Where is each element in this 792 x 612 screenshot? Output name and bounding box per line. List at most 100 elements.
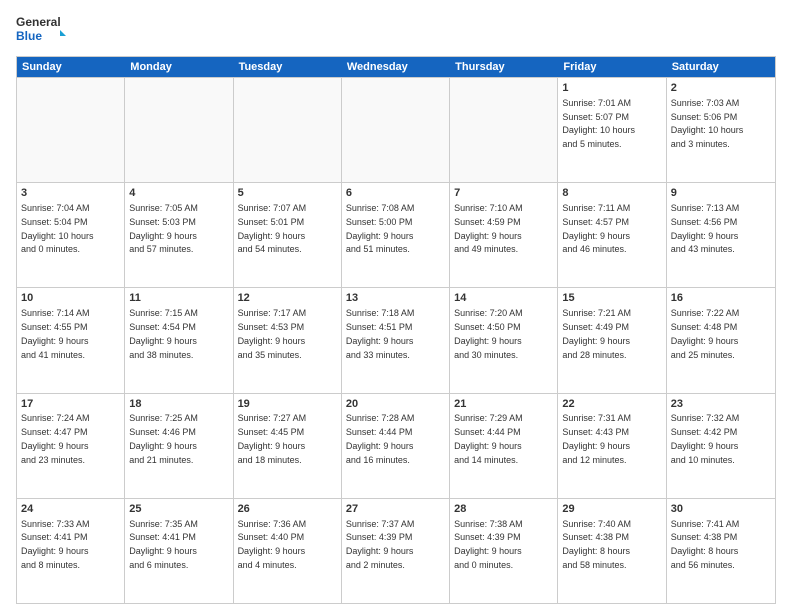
calendar-cell: 21Sunrise: 7:29 AM Sunset: 4:44 PM Dayli… (450, 394, 558, 498)
day-info: Sunrise: 7:11 AM Sunset: 4:57 PM Dayligh… (562, 203, 630, 254)
calendar-cell: 28 Sunrise: 7:38 AM Sunset: 4:39 PM Dayli… (450, 499, 558, 603)
day-info: Sunrise: 7:07 AM Sunset: 5:01 PM Dayligh… (238, 203, 307, 254)
day-info: Sunrise: 7:33 AM Sunset: 4:41 PM Dayligh… (21, 519, 90, 570)
day-info: Sunrise: 7:20 AM Sunset: 4:50 PM Dayligh… (454, 308, 523, 359)
day-info: Sunrise: 7:35 AM Sunset: 4:41 PM Dayligh… (129, 519, 198, 570)
calendar-cell: 26Sunrise: 7:36 AM Sunset: 4:40 PM Dayli… (234, 499, 342, 603)
day-info: Sunrise: 7:21 AM Sunset: 4:49 PM Dayligh… (562, 308, 631, 359)
day-number: 13 (346, 291, 445, 306)
calendar-cell: 13 Sunrise: 7:18 AM Sunset: 4:51 PM Dayli… (342, 288, 450, 392)
day-info: Sunrise: 7:01 AM Sunset: 5:07 PM Dayligh… (562, 98, 635, 149)
calendar-cell-empty (450, 78, 558, 182)
day-info: Sunrise: 7:15 AM Sunset: 4:54 PM Dayligh… (129, 308, 198, 359)
calendar-week-row: 1 Sunrise: 7:01 AM Sunset: 5:07 PM Daylig… (17, 77, 775, 182)
calendar-cell: 12 Sunrise: 7:17 AM Sunset: 4:53 PM Dayli… (234, 288, 342, 392)
calendar-cell: 15 Sunrise: 7:21 AM Sunset: 4:49 PM Dayli… (558, 288, 666, 392)
calendar-cell: 20Sunrise: 7:28 AM Sunset: 4:44 PM Dayli… (342, 394, 450, 498)
calendar-week-row: 24 Sunrise: 7:33 AM Sunset: 4:41 PM Dayli… (17, 498, 775, 603)
day-number: 7 (454, 186, 553, 201)
day-number: 12 (238, 291, 337, 306)
calendar-cell-empty (17, 78, 125, 182)
day-info: Sunrise: 7:38 AM Sunset: 4:39 PM Dayligh… (454, 519, 523, 570)
day-info: Sunrise: 7:31 AM Sunset: 4:43 PM Dayligh… (562, 413, 631, 464)
day-number: 23 (671, 397, 771, 412)
calendar-cell: 5 Sunrise: 7:07 AM Sunset: 5:01 PM Daylig… (234, 183, 342, 287)
day-number: 9 (671, 186, 771, 201)
calendar-cell: 16Sunrise: 7:22 AM Sunset: 4:48 PM Dayli… (667, 288, 775, 392)
day-number: 3 (21, 186, 120, 201)
calendar-cell-empty (342, 78, 450, 182)
calendar-cell: 18Sunrise: 7:25 AM Sunset: 4:46 PM Dayli… (125, 394, 233, 498)
day-info: Sunrise: 7:28 AM Sunset: 4:44 PM Dayligh… (346, 413, 415, 464)
calendar-day-header: Saturday (667, 57, 775, 77)
day-info: Sunrise: 7:29 AM Sunset: 4:44 PM Dayligh… (454, 413, 523, 464)
day-info: Sunrise: 7:40 AM Sunset: 4:38 PM Dayligh… (562, 519, 631, 570)
day-info: Sunrise: 7:25 AM Sunset: 4:46 PM Dayligh… (129, 413, 198, 464)
calendar-cell: 22Sunrise: 7:31 AM Sunset: 4:43 PM Dayli… (558, 394, 666, 498)
day-number: 4 (129, 186, 228, 201)
calendar-cell: 29 Sunrise: 7:40 AM Sunset: 4:38 PM Dayli… (558, 499, 666, 603)
day-info: Sunrise: 7:03 AM Sunset: 5:06 PM Dayligh… (671, 98, 744, 149)
day-number: 30 (671, 502, 771, 517)
day-info: Sunrise: 7:13 AM Sunset: 4:56 PM Dayligh… (671, 203, 740, 254)
day-number: 2 (671, 81, 771, 96)
day-info: Sunrise: 7:41 AM Sunset: 4:38 PM Dayligh… (671, 519, 740, 570)
day-info: Sunrise: 7:05 AM Sunset: 5:03 PM Dayligh… (129, 203, 198, 254)
calendar-cell: 3 Sunrise: 7:04 AM Sunset: 5:04 PM Daylig… (17, 183, 125, 287)
calendar-cell: 24 Sunrise: 7:33 AM Sunset: 4:41 PM Dayli… (17, 499, 125, 603)
day-number: 29 (562, 502, 661, 517)
day-info: Sunrise: 7:10 AM Sunset: 4:59 PM Dayligh… (454, 203, 523, 254)
calendar-cell: 11 Sunrise: 7:15 AM Sunset: 4:54 PM Dayli… (125, 288, 233, 392)
svg-text:General: General (16, 15, 61, 29)
calendar: SundayMondayTuesdayWednesdayThursdayFrid… (16, 56, 776, 604)
day-info: Sunrise: 7:18 AM Sunset: 4:51 PM Dayligh… (346, 308, 415, 359)
day-number: 16 (671, 291, 771, 306)
calendar-cell: 27Sunrise: 7:37 AM Sunset: 4:39 PM Dayli… (342, 499, 450, 603)
calendar-day-header: Monday (125, 57, 233, 77)
day-number: 26 (238, 502, 337, 517)
calendar-cell: 7 Sunrise: 7:10 AM Sunset: 4:59 PM Daylig… (450, 183, 558, 287)
day-number: 5 (238, 186, 337, 201)
day-info: Sunrise: 7:37 AM Sunset: 4:39 PM Dayligh… (346, 519, 415, 570)
calendar-cell: 9 Sunrise: 7:13 AM Sunset: 4:56 PM Daylig… (667, 183, 775, 287)
calendar-cell: 10 Sunrise: 7:14 AM Sunset: 4:55 PM Dayli… (17, 288, 125, 392)
page-header: General Blue (16, 12, 776, 48)
calendar-body: 1 Sunrise: 7:01 AM Sunset: 5:07 PM Daylig… (17, 77, 775, 603)
day-number: 1 (562, 81, 661, 96)
calendar-cell: 1 Sunrise: 7:01 AM Sunset: 5:07 PM Daylig… (558, 78, 666, 182)
calendar-day-header: Wednesday (342, 57, 450, 77)
calendar-day-header: Friday (558, 57, 666, 77)
logo: General Blue (16, 12, 66, 48)
day-number: 15 (562, 291, 661, 306)
day-number: 17 (21, 397, 120, 412)
day-info: Sunrise: 7:04 AM Sunset: 5:04 PM Dayligh… (21, 203, 94, 254)
day-info: Sunrise: 7:32 AM Sunset: 4:42 PM Dayligh… (671, 413, 740, 464)
day-number: 10 (21, 291, 120, 306)
calendar-day-header: Sunday (17, 57, 125, 77)
calendar-header: SundayMondayTuesdayWednesdayThursdayFrid… (17, 57, 775, 77)
calendar-cell: 23Sunrise: 7:32 AM Sunset: 4:42 PM Dayli… (667, 394, 775, 498)
calendar-cell-empty (125, 78, 233, 182)
calendar-cell: 4 Sunrise: 7:05 AM Sunset: 5:03 PM Daylig… (125, 183, 233, 287)
day-info: Sunrise: 7:08 AM Sunset: 5:00 PM Dayligh… (346, 203, 415, 254)
day-info: Sunrise: 7:27 AM Sunset: 4:45 PM Dayligh… (238, 413, 307, 464)
day-number: 11 (129, 291, 228, 306)
calendar-week-row: 17Sunrise: 7:24 AM Sunset: 4:47 PM Dayli… (17, 393, 775, 498)
day-number: 18 (129, 397, 228, 412)
svg-text:Blue: Blue (16, 29, 42, 43)
day-info: Sunrise: 7:24 AM Sunset: 4:47 PM Dayligh… (21, 413, 90, 464)
calendar-week-row: 3 Sunrise: 7:04 AM Sunset: 5:04 PM Daylig… (17, 182, 775, 287)
day-info: Sunrise: 7:14 AM Sunset: 4:55 PM Dayligh… (21, 308, 90, 359)
day-number: 25 (129, 502, 228, 517)
calendar-day-header: Thursday (450, 57, 558, 77)
calendar-cell: 6 Sunrise: 7:08 AM Sunset: 5:00 PM Daylig… (342, 183, 450, 287)
day-number: 6 (346, 186, 445, 201)
calendar-day-header: Tuesday (234, 57, 342, 77)
calendar-week-row: 10 Sunrise: 7:14 AM Sunset: 4:55 PM Dayli… (17, 287, 775, 392)
day-number: 24 (21, 502, 120, 517)
calendar-cell: 2 Sunrise: 7:03 AM Sunset: 5:06 PM Daylig… (667, 78, 775, 182)
day-number: 28 (454, 502, 553, 517)
day-info: Sunrise: 7:17 AM Sunset: 4:53 PM Dayligh… (238, 308, 307, 359)
calendar-cell: 17Sunrise: 7:24 AM Sunset: 4:47 PM Dayli… (17, 394, 125, 498)
calendar-cell: 14Sunrise: 7:20 AM Sunset: 4:50 PM Dayli… (450, 288, 558, 392)
